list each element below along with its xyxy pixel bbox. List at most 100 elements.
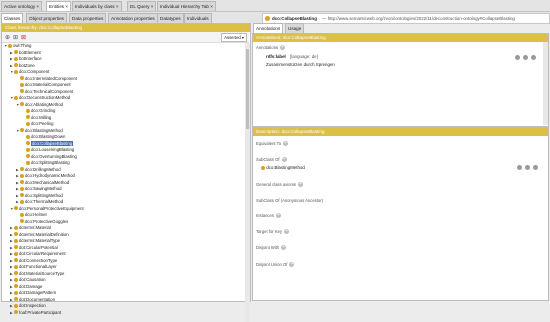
class-label[interactable]: dcterms:MaterialType	[19, 238, 60, 243]
class-label[interactable]: dot:CircularRequirement	[19, 251, 66, 256]
add-superclass-button[interactable]: +	[281, 157, 287, 163]
class-label[interactable]: dot:ConnectionType	[19, 258, 57, 263]
add-subclass-icon[interactable]: ⊕	[5, 34, 10, 41]
class-label[interactable]: dot:DamagePattern	[19, 290, 56, 295]
class-tree-node[interactable]: ▶ dco:DrillingMethod	[16, 167, 61, 173]
class-tree[interactable]: ▼ owl:Thing ▶ botElement ▶ botInterface ▶ botZo…	[2, 43, 243, 322]
tab-entities[interactable]: Entities ×	[46, 1, 72, 11]
class-tree-node[interactable]: ▶ dcterms:Material	[10, 225, 51, 231]
class-tree-node[interactable]: dco:SplittingBlasting	[22, 160, 70, 166]
class-tree-node[interactable]: ▶ dot:FunctionalLayer	[10, 264, 57, 270]
class-tree-node[interactable]: dco:Helmet	[16, 212, 47, 218]
class-tree-node[interactable]: dco:Peeling	[22, 121, 53, 127]
annotation-delete-icon[interactable]	[531, 55, 536, 60]
class-tree-node[interactable]: dco:TechnicalComponent	[16, 89, 73, 95]
class-tree-node[interactable]: ▼ dco:BlastingMethod	[16, 128, 63, 134]
add-key-button[interactable]: +	[284, 229, 290, 235]
class-tree-node[interactable]: ▼ owl:Thing	[4, 43, 31, 49]
subclass-edit-icon[interactable]	[525, 165, 530, 170]
class-label[interactable]: dco:Helmet	[25, 212, 47, 217]
class-label[interactable]: dco:InterrelatedComponent	[25, 76, 77, 81]
class-label[interactable]: dco:HydrodynamicMethod	[25, 173, 75, 178]
tab-data-properties[interactable]: Data properties	[69, 13, 107, 23]
class-label[interactable]: dco:Grinding	[31, 108, 55, 113]
class-label[interactable]: dco:ThermalMethod	[25, 199, 63, 204]
annotation-edit-icon[interactable]	[523, 55, 528, 60]
class-tree-node[interactable]: dco:MaterialComponent	[16, 82, 71, 88]
class-tree-node[interactable]: ▼ dco:DeconstructionMethod	[10, 95, 70, 101]
class-tree-node[interactable]: ▶ dcterms:MaterialType	[10, 238, 60, 244]
class-tree-node[interactable]: ▶ botZone	[10, 63, 35, 69]
class-tree-node[interactable]: ▶ foaf:PrivateParticipant	[10, 310, 61, 316]
subclass-value[interactable]: dco:BlastingMethod	[266, 165, 305, 170]
class-label[interactable]: dco:Milling	[31, 115, 51, 120]
delete-class-icon[interactable]: ⊠	[21, 34, 26, 41]
class-label[interactable]: dco:PersonalProtectiveEquipment	[19, 206, 84, 211]
add-equivalent-button[interactable]: +	[283, 141, 289, 147]
class-tree-node[interactable]: ▶ dot:Documentation	[10, 297, 55, 303]
class-tree-node[interactable]: ▶ dcterms:MaterialDefinition	[10, 232, 69, 238]
class-label[interactable]: dco:ProtectiveGoggles	[25, 219, 68, 224]
annotations-scrollbar[interactable]	[543, 42, 548, 125]
class-label[interactable]: dco:OverturningBlasting	[31, 154, 77, 159]
class-label[interactable]: dco:AblatingMethod	[25, 102, 63, 107]
class-tree-node[interactable]: dco:BlastingDown	[22, 134, 65, 140]
add-disjoint-button[interactable]: +	[281, 245, 287, 251]
class-label[interactable]: dco:SplittingBlasting	[31, 160, 70, 165]
class-label[interactable]: dco:MaterialComponent	[25, 82, 71, 87]
subclass-info-icon[interactable]	[517, 165, 522, 170]
class-tree-node[interactable]: ▶ dco:SawingMethod	[16, 186, 62, 192]
class-tree-scrollbar[interactable]	[245, 43, 250, 322]
class-label[interactable]: dot:Damage	[19, 284, 42, 289]
add-general-axiom-button[interactable]: +	[298, 182, 304, 188]
add-instance-button[interactable]: +	[275, 213, 281, 219]
class-label[interactable]: dot:Inspection	[19, 303, 46, 308]
subclass-delete-icon[interactable]	[533, 165, 538, 170]
class-tree-node[interactable]: dco:ProtectiveGoggles	[16, 219, 68, 225]
class-label[interactable]: owl:Thing	[13, 43, 31, 48]
class-tree-node[interactable]: ▶ dot:MaterialSourceType	[10, 271, 64, 277]
class-label[interactable]: dot:CircularPotential	[19, 245, 58, 250]
class-tree-node[interactable]: ▶ dot:ConnectionType	[10, 258, 57, 264]
class-label[interactable]: botZone	[19, 63, 35, 68]
class-label[interactable]: dco:SawingMethod	[25, 186, 62, 191]
class-label[interactable]: botElement	[19, 50, 41, 55]
tab-datatypes[interactable]: Datatypes	[157, 13, 184, 23]
class-label[interactable]: dco:MechanicalMethod	[25, 180, 69, 185]
class-tree-node[interactable]: ▶ dot:Causation	[10, 277, 46, 283]
class-label[interactable]: dco:Component	[19, 69, 49, 74]
class-tree-node[interactable]: ▶ botInterface	[10, 56, 42, 62]
class-tree-node[interactable]: dco:CollapseBlasting	[22, 140, 74, 147]
class-label[interactable]: botInterface	[19, 56, 42, 61]
class-tree-node[interactable]: ▼ dco:PersonalProtectiveEquipment	[10, 206, 84, 212]
class-tree-node[interactable]: dco:OverturningBlasting	[22, 154, 77, 160]
tab-individual-hierarchy[interactable]: Individual Hierarchy Tab ×	[157, 1, 216, 11]
tab-individuals[interactable]: Individuals	[184, 13, 212, 23]
class-label[interactable]: dco:BlastingMethod	[25, 128, 63, 133]
class-label[interactable]: dcterms:Material	[19, 225, 51, 230]
tab-active-ontology[interactable]: Active ontology ×	[1, 1, 43, 11]
class-tree-node[interactable]: ▶ dco:ThermalMethod	[16, 199, 63, 205]
tab-object-properties[interactable]: Object properties	[26, 13, 67, 23]
class-tree-node[interactable]: ▶ dco:SplittingMethod	[16, 193, 63, 199]
tab-individuals-by-class[interactable]: Individuals by class ×	[72, 1, 122, 11]
class-label[interactable]: dot:MaterialSourceType	[19, 271, 64, 276]
annotation-info-icon[interactable]	[515, 55, 520, 60]
class-tree-node[interactable]: dco:Milling	[22, 115, 51, 121]
class-tree-node[interactable]: ▶ dco:MechanicalMethod	[16, 180, 69, 186]
tab-annotation-properties[interactable]: Annotation properties	[108, 13, 158, 23]
class-label[interactable]: dco:CollapseBlasting	[31, 140, 74, 146]
tab-classes[interactable]: Classes	[1, 13, 24, 23]
scrollbar-thumb[interactable]	[246, 49, 249, 129]
tab-usage[interactable]: Usage	[285, 23, 305, 33]
add-annotation-button[interactable]: +	[280, 45, 286, 51]
class-tree-node[interactable]: ▶ dco:HydrodynamicMethod	[16, 173, 75, 179]
class-label[interactable]: dco:SplittingMethod	[25, 193, 63, 198]
tab-dl-query[interactable]: DL Query ×	[127, 1, 157, 11]
class-tree-node[interactable]: ▼ dco:Component	[10, 69, 49, 75]
asserted-dropdown[interactable]: Asserted ▾	[221, 33, 247, 42]
class-tree-node[interactable]: dco:InterrelatedComponent	[16, 76, 77, 82]
class-tree-node[interactable]: dco:Grinding	[22, 108, 55, 114]
class-label[interactable]: dot:Causation	[19, 277, 46, 282]
class-tree-node[interactable]: ▼ dco:AblatingMethod	[16, 102, 63, 108]
